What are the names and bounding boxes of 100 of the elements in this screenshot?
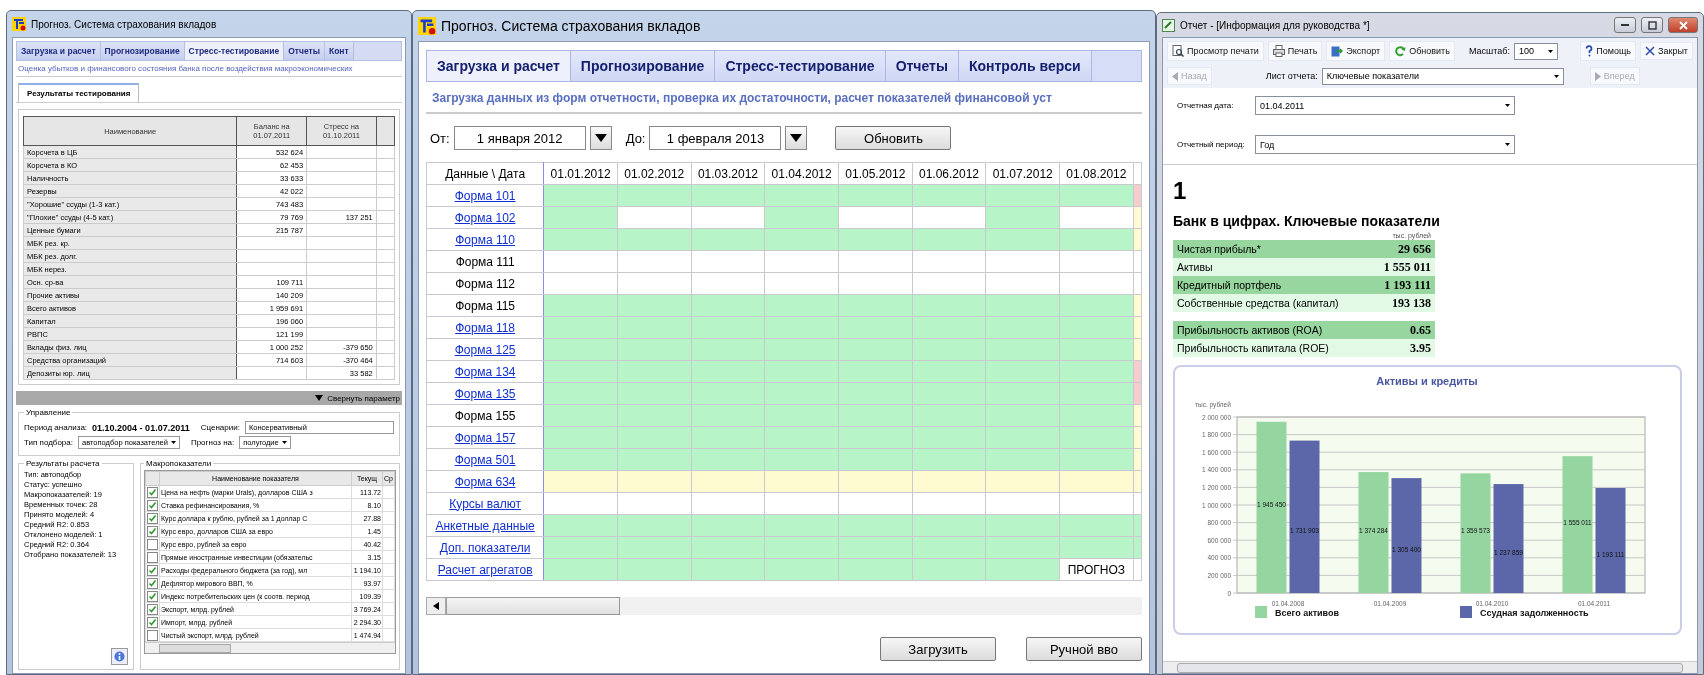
action-button[interactable]: Ручной вво: [1026, 637, 1142, 661]
export-button[interactable]: Экспорт: [1326, 41, 1386, 61]
status-cell[interactable]: [1133, 426, 1142, 449]
caret-icon: [1547, 49, 1553, 53]
status-cell[interactable]: [1133, 492, 1142, 515]
horizontal-scrollbar[interactable]: [145, 642, 395, 653]
status-cell[interactable]: [1133, 250, 1142, 273]
maximize-button[interactable]: [1641, 17, 1663, 33]
checkbox[interactable]: [147, 590, 158, 602]
collapse-link[interactable]: Свернуть параметр: [327, 393, 400, 403]
caret-icon: [1505, 104, 1510, 107]
tab[interactable]: Контроль верси: [958, 51, 1092, 81]
date-dropdown[interactable]: 01.04.2011: [1255, 96, 1515, 115]
app-logo-icon: [12, 17, 26, 31]
horizontal-scrollbar[interactable]: [426, 597, 1142, 615]
status-cell[interactable]: [1133, 206, 1142, 229]
checkbox[interactable]: [147, 629, 158, 641]
print-button[interactable]: Печать: [1267, 41, 1323, 61]
action-button[interactable]: Загрузить: [880, 637, 996, 661]
tab[interactable]: Прогнозирование: [100, 42, 185, 60]
status-cell[interactable]: [1133, 536, 1142, 559]
refresh-button[interactable]: Обновить: [835, 126, 952, 150]
scroll-left-button[interactable]: [426, 597, 446, 615]
figure-value: 3.95: [1410, 340, 1431, 356]
checkbox[interactable]: [147, 525, 158, 537]
field-label: Период анализа:: [24, 423, 88, 432]
date-field[interactable]: 1 февраля 2013: [649, 126, 782, 150]
export-icon: [1331, 45, 1344, 57]
status-cell[interactable]: [1133, 382, 1142, 405]
checkbox[interactable]: [147, 551, 158, 563]
checkbox[interactable]: [147, 603, 158, 615]
period-dropdown[interactable]: Год: [1255, 135, 1515, 154]
close-button[interactable]: [1668, 17, 1698, 33]
status-cell[interactable]: [1133, 316, 1142, 339]
checkbox[interactable]: [147, 499, 158, 511]
status-cell[interactable]: [1133, 184, 1142, 207]
figure-label: Прибыльность капитала (ROE): [1177, 342, 1329, 354]
checkbox[interactable]: [147, 577, 158, 589]
right-triangle-icon: [1594, 71, 1601, 81]
status-cell[interactable]: [1133, 228, 1142, 251]
status-cell[interactable]: [1133, 272, 1142, 295]
checkbox[interactable]: [147, 564, 158, 576]
dropdown-button[interactable]: [589, 126, 612, 150]
checkbox[interactable]: [147, 512, 158, 524]
caret-icon: [315, 395, 324, 401]
left-arrow-icon: [433, 602, 439, 610]
caret-icon: [281, 441, 287, 444]
minimize-button[interactable]: [1614, 17, 1636, 33]
print-preview-button[interactable]: Просмотр печати: [1167, 41, 1264, 61]
refresh-button[interactable]: Обновить: [1389, 41, 1455, 61]
checkbox[interactable]: [147, 486, 158, 498]
tab[interactable]: Стресс-тестирование: [184, 42, 285, 60]
row-label: Форма 155: [454, 408, 516, 423]
sheet-dropdown[interactable]: Ключевые показатели: [1321, 67, 1564, 85]
tab[interactable]: Отчеты: [284, 42, 325, 60]
legend-label: Ссудная задолженность: [1480, 608, 1589, 618]
status-cell[interactable]: [1133, 360, 1142, 383]
zoom-dropdown[interactable]: 100: [1513, 42, 1558, 60]
checkbox[interactable]: [147, 538, 158, 550]
info-icon: [114, 651, 125, 662]
field-label: До:: [625, 130, 646, 146]
tab[interactable]: Загрузка и расчет: [427, 51, 571, 81]
report-heading: Банк в цифрах. Ключевые показатели: [1173, 213, 1441, 229]
legend-label: Всего активов: [1275, 608, 1340, 618]
status-cell[interactable]: [1133, 470, 1142, 493]
date-field[interactable]: 1 января 2012: [453, 126, 586, 150]
refresh-icon: [1394, 45, 1407, 57]
field-label: От:: [430, 130, 450, 146]
tab[interactable]: Прогнозирование: [570, 51, 716, 81]
app-logo-icon: [418, 17, 436, 35]
close-report-button[interactable]: Закрыт: [1640, 42, 1693, 60]
group-label: Управление: [25, 408, 72, 417]
status-cell[interactable]: [1133, 514, 1142, 537]
horizontal-scrollbar[interactable]: [1163, 661, 1697, 673]
tab[interactable]: Стресс-тестирование: [715, 51, 886, 81]
status-cell[interactable]: [1133, 558, 1142, 581]
caret-icon: [1553, 74, 1559, 78]
printer-icon: [1272, 45, 1285, 57]
minimize-icon: [1621, 24, 1629, 26]
tab[interactable]: Загрузка и расчет: [17, 42, 101, 60]
row-label: Форма 115: [455, 298, 516, 313]
dropdown-button[interactable]: [785, 126, 808, 150]
column-header: 01.08.2012: [1059, 162, 1134, 185]
section-description: Оценка убытков и финансового состояния банка после воздействия макроэкономических: [16, 61, 402, 77]
status-cell[interactable]: [1133, 338, 1142, 361]
checkbox[interactable]: [147, 616, 158, 628]
period-value: 01.10.2004 - 01.07.2011: [92, 422, 190, 433]
tab[interactable]: Конт: [324, 42, 354, 60]
field-label: Отчетная дата:: [1177, 101, 1235, 110]
tab[interactable]: Результаты тестирования: [18, 83, 140, 102]
column-header: Данные \ Дата: [426, 162, 544, 185]
info-button[interactable]: [111, 648, 128, 665]
status-cell[interactable]: [1133, 448, 1142, 471]
scrollbar-thumb[interactable]: [446, 597, 620, 615]
status-cell[interactable]: [1133, 294, 1142, 317]
tab[interactable]: Отчеты: [885, 51, 959, 81]
help-button[interactable]: Помощь: [1580, 41, 1636, 61]
column-header: 01.01.2012: [543, 162, 618, 185]
status-cell[interactable]: [1133, 404, 1142, 427]
window-title: Отчет - [Информация для руководства *]: [1180, 19, 1370, 31]
